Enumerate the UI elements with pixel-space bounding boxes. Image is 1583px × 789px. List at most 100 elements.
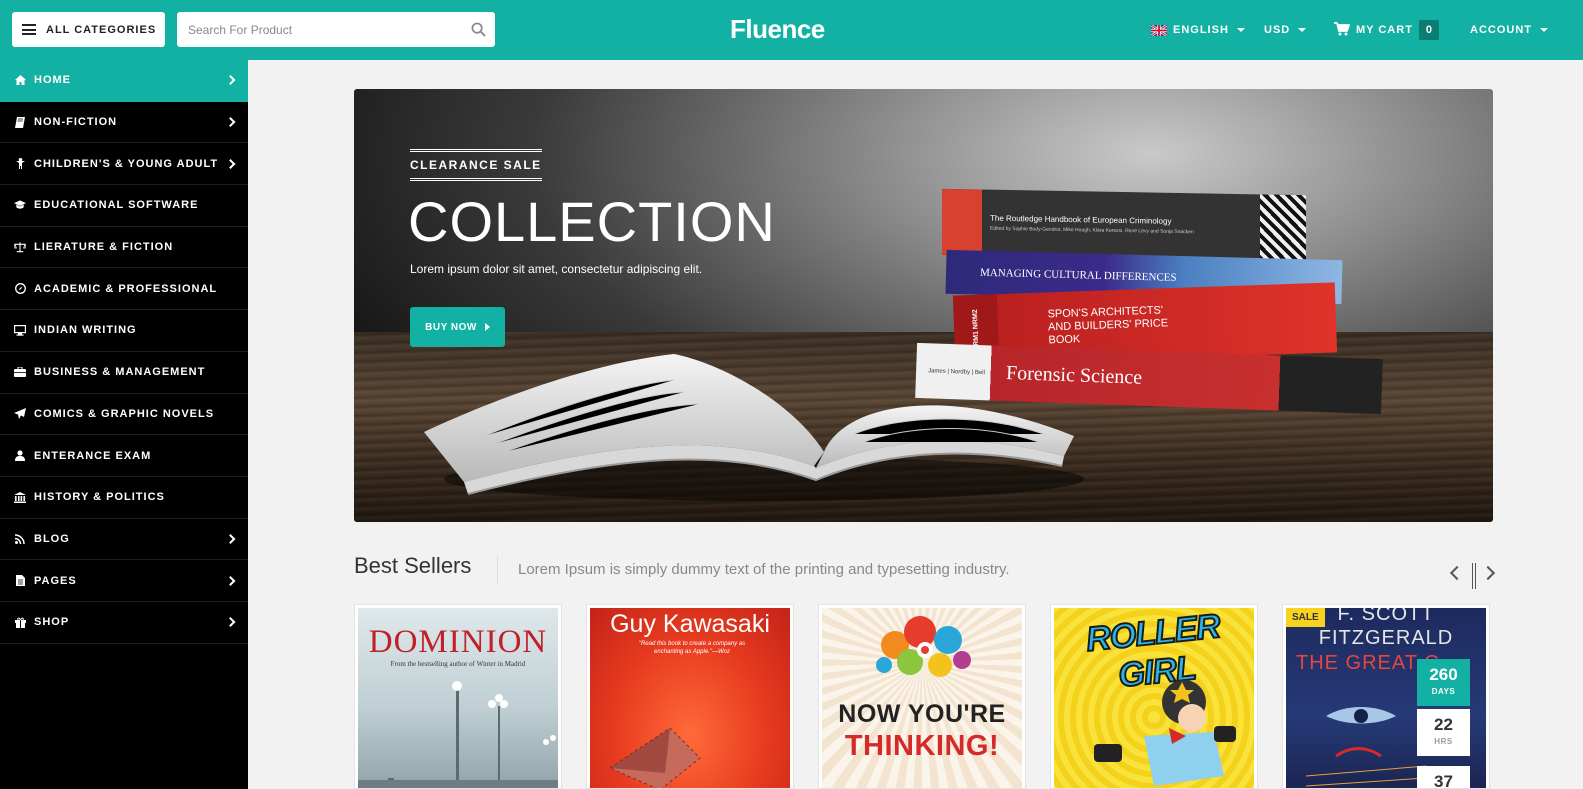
hero-book-2-title: MANAGING CULTURAL DIFFERENCES — [979, 266, 1177, 284]
language-selector[interactable]: ENGLISH — [1150, 0, 1245, 60]
product-card[interactable]: NOW YOU'RE THINKING! — [818, 604, 1026, 789]
colorful-brain-illustration — [876, 616, 971, 677]
hero-subtitle: Lorem ipsum dolor sit amet, consectetur … — [410, 262, 703, 276]
sidebar-item-pages[interactable]: PAGES — [0, 560, 248, 602]
buy-now-label: BUY NOW — [425, 321, 477, 333]
search-icon[interactable] — [461, 12, 495, 47]
sidebar-item-blog[interactable]: BLOG — [0, 519, 248, 561]
product-card[interactable]: DOMINION From the bestselling author of … — [354, 604, 562, 789]
caret-down-icon — [1540, 28, 1548, 32]
balance-scale-icon — [14, 241, 26, 253]
top-bar: ALL CATEGORIES Fluence ENGLISH USD MY CA… — [0, 0, 1583, 60]
account-menu[interactable]: ACCOUNT — [1470, 0, 1548, 60]
book-cover-now-youre-thinking: NOW YOU'RE THINKING! — [822, 608, 1022, 788]
home-icon — [14, 74, 26, 86]
product-card[interactable]: ROLLER GIRL — [1050, 604, 1258, 789]
language-label: ENGLISH — [1173, 24, 1229, 36]
sidebar-item-indian-writing[interactable]: INDIAN WRITING — [0, 310, 248, 352]
countdown-hours-value: 22 — [1434, 715, 1453, 734]
countdown-minutes: 37 — [1417, 766, 1470, 789]
sidebar-item-shop[interactable]: SHOP — [0, 602, 248, 644]
sidebar-item-enterance-exam[interactable]: ENTERANCE EXAM — [0, 435, 248, 477]
product-card[interactable]: Guy Kawasaki "Read this book to create a… — [586, 604, 794, 789]
sidebar-item-label: BUSINESS & MANAGEMENT — [34, 366, 206, 379]
paper-plane-icon — [14, 408, 26, 420]
sidebar-item-lierature-fiction[interactable]: LIERATURE & FICTION — [0, 227, 248, 269]
product-card[interactable]: F. SCOTT FITZGERALD THE GREAT G SALE 260… — [1282, 604, 1490, 789]
countdown-hours-unit: HRS — [1434, 737, 1453, 746]
hero-book-1-byline: Edited by Sophie Body-Gendrot, Mike Houg… — [990, 225, 1194, 236]
cart-count-badge: 0 — [1418, 20, 1440, 40]
currency-selector[interactable]: USD — [1264, 0, 1307, 60]
caret-right-icon — [484, 323, 490, 331]
sidebar-item-academic-professional[interactable]: ACADEMIC & PROFESSIONAL — [0, 268, 248, 311]
chevron-right-icon — [225, 75, 236, 86]
book-icon — [14, 116, 26, 128]
countdown-days-unit: DAYS — [1431, 687, 1456, 696]
cover-title: DOMINION — [368, 624, 548, 660]
sidebar-item-label: NON-FICTION — [34, 116, 118, 129]
all-categories-label: ALL CATEGORIES — [46, 23, 157, 36]
sidebar-item-label: ENTERANCE EXAM — [34, 449, 152, 462]
cover-title-line2: THINKING! — [844, 730, 1000, 762]
book-cover-roller-girl: ROLLER GIRL — [1054, 608, 1254, 788]
best-sellers-title: Best Sellers — [354, 553, 472, 578]
institution-icon — [14, 491, 26, 503]
chevron-right-icon — [225, 117, 236, 127]
category-sidebar: HOME NON-FICTION CHILDREN'S & YOUNG ADULT E… — [0, 60, 248, 789]
sidebar-item-educational-software[interactable]: EDUCATIONAL SOFTWARE — [0, 185, 248, 227]
hero-book-4-title: Forensic Science — [1005, 362, 1143, 389]
countdown-minutes-value: 37 — [1434, 772, 1453, 789]
site-logo[interactable]: Fluence — [730, 14, 825, 45]
hero-book-3-title: SPON'S ARCHITECTS' AND BUILDERS' PRICE B… — [1047, 303, 1169, 346]
sidebar-item-label: SHOP — [34, 616, 70, 629]
sidebar-item-label: BLOG — [34, 532, 70, 545]
briefcase-icon — [14, 366, 26, 378]
chevron-right-icon — [225, 575, 236, 586]
sidebar-item-home[interactable]: HOME — [0, 60, 248, 102]
caret-down-icon — [1298, 28, 1307, 32]
sidebar-item-label: LIERATURE & FICTION — [34, 241, 174, 254]
hamburger-icon — [22, 24, 36, 35]
sidebar-item-label: HOME — [34, 74, 71, 87]
buy-now-button[interactable]: BUY NOW — [410, 307, 505, 347]
desktop-icon — [14, 324, 26, 336]
cart-icon — [1334, 21, 1350, 39]
cart-button[interactable]: MY CART 0 — [1334, 0, 1440, 60]
search-input[interactable] — [177, 12, 461, 47]
currency-label: USD — [1264, 24, 1291, 36]
hero-banner: The Routledge Handbook of European Crimi… — [354, 89, 1493, 522]
hero-book-1-title: The Routledge Handbook of European Crimi… — [990, 213, 1172, 226]
book-cover-dominion: DOMINION From the bestselling author of … — [358, 608, 558, 788]
sidebar-item-children-s-young-adult[interactable]: CHILDREN'S & YOUNG ADULT — [0, 143, 248, 186]
clearance-sale-tag: CLEARANCE SALE — [410, 149, 542, 181]
chevron-right-icon — [225, 617, 236, 628]
countdown-hours: 22 HRS — [1417, 709, 1470, 756]
sidebar-item-non-fiction[interactable]: NON-FICTION — [0, 102, 248, 144]
paper-plane-illustration — [610, 728, 701, 788]
sidebar-item-history-politics[interactable]: HISTORY & POLITICS — [0, 477, 248, 519]
cover-title: Guy Kawasaki — [610, 610, 770, 638]
graduation-cap-icon — [14, 199, 26, 211]
child-icon — [14, 158, 26, 170]
user-icon — [14, 450, 26, 462]
sidebar-item-label: PAGES — [34, 574, 77, 587]
cover-subtitle: From the bestselling author of Winter in… — [390, 660, 526, 668]
search-box — [177, 12, 495, 47]
sidebar-item-comics-graphic-novels[interactable]: COMICS & GRAPHIC NOVELS — [0, 394, 248, 436]
countdown-days-value: 260 — [1429, 665, 1458, 684]
chevron-right-icon — [225, 158, 236, 169]
sidebar-item-label: ACADEMIC & PROFESSIONAL — [34, 282, 218, 295]
cover-title: NOW YOU'RE — [838, 700, 1006, 728]
carousel-next-icon[interactable] — [1480, 565, 1496, 581]
caret-down-icon — [1236, 28, 1245, 32]
file-icon — [14, 575, 26, 587]
cart-label: MY CART — [1356, 24, 1413, 36]
street-lamps-illustration — [358, 681, 558, 788]
rss-icon — [14, 533, 26, 545]
best-sellers-subtitle: Lorem Ipsum is simply dummy text of the … — [518, 561, 1010, 578]
sidebar-item-business-management[interactable]: BUSINESS & MANAGEMENT — [0, 352, 248, 394]
uk-flag-icon — [1150, 23, 1168, 37]
all-categories-button[interactable]: ALL CATEGORIES — [12, 12, 165, 47]
carousel-prev-icon[interactable] — [1449, 565, 1465, 581]
